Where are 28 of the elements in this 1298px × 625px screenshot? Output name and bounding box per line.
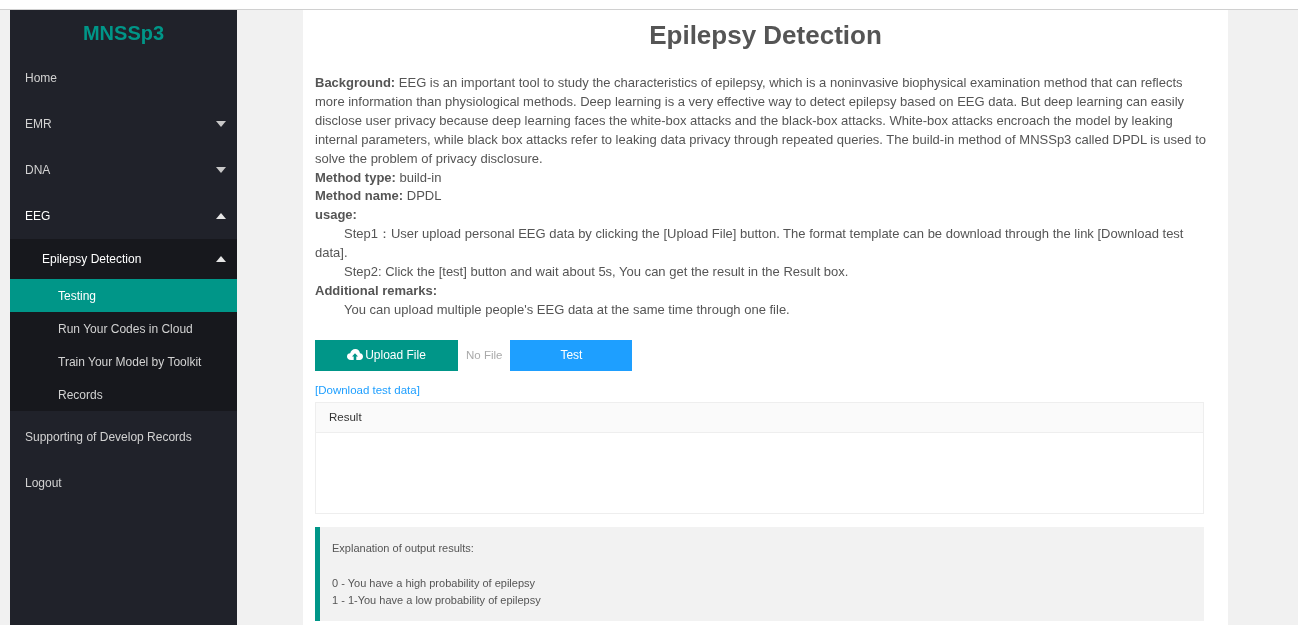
section-heading: Additional remarks:	[315, 281, 439, 300]
description-text: Step1：User upload personal EEG data by clicking the [Upload File] button. The format template can be download through the link [Download test data].	[315, 225, 1185, 263]
explanation-line: 1 - 1-You have a low probability of epilepsy	[332, 593, 542, 609]
upload-button[interactable]: Upload File	[315, 339, 458, 371]
sidebar-item[interactable]: Train Your Model by Toolkit	[10, 345, 237, 378]
explanation-line: 0 - You have a high probability of epilepsy	[332, 575, 537, 591]
explanation-heading: Explanation of output results:	[332, 540, 475, 556]
panel-title: Result	[329, 409, 362, 425]
description-text: Step2: Click the [test] button and wait about 5s, You can get the result in the Result box.	[343, 263, 850, 282]
sidebar-item[interactable]: Supporting of Develop Records	[10, 414, 237, 460]
sidebar-item[interactable]: EMR	[10, 101, 237, 147]
description-text: Method type: build-in	[315, 168, 443, 187]
sidebar-item[interactable]: Epilepsy Detection	[10, 239, 237, 279]
description-text: Background: EEG is an important tool to study the characteristics of epilepsy, which is a noninvasive biophysical examination method that can reflects more information than physiological methods. Deep learning is a very effective way to detect epilepsy based on EEG data. But deep learning can easily disclose user privacy because deep learning faces the white-box attacks and the black-box attacks. White-box attacks encroach the model by leaking internal parameters, while black box attacks refer to leaking data privacy through repeated queries. The build-in method of MNSSp3 called DPDL is used to solve the problem of privacy disclosure.	[315, 74, 1207, 168]
page-title: Epilepsy Detection	[648, 19, 883, 52]
sidebar-item[interactable]: DNA	[10, 147, 237, 193]
cloud-upload-icon	[347, 349, 364, 362]
section-heading: usage:	[315, 206, 358, 225]
sidebar-item[interactable]: Testing	[10, 279, 237, 312]
file-status: No File	[465, 347, 504, 363]
description-text: You can upload multiple people's EEG data at the same time through one file.	[343, 300, 791, 319]
sidebar-item[interactable]: Records	[10, 378, 237, 411]
sidebar-item[interactable]: Home	[10, 55, 237, 101]
sidebar-item[interactable]: Logout	[10, 460, 237, 506]
brand-title: MNSSp3	[81, 20, 166, 46]
description-text: Method name: DPDL	[315, 187, 443, 206]
sidebar-item[interactable]: Run Your Codes in Cloud	[10, 312, 237, 345]
sidebar-item[interactable]: EEG	[10, 193, 237, 239]
